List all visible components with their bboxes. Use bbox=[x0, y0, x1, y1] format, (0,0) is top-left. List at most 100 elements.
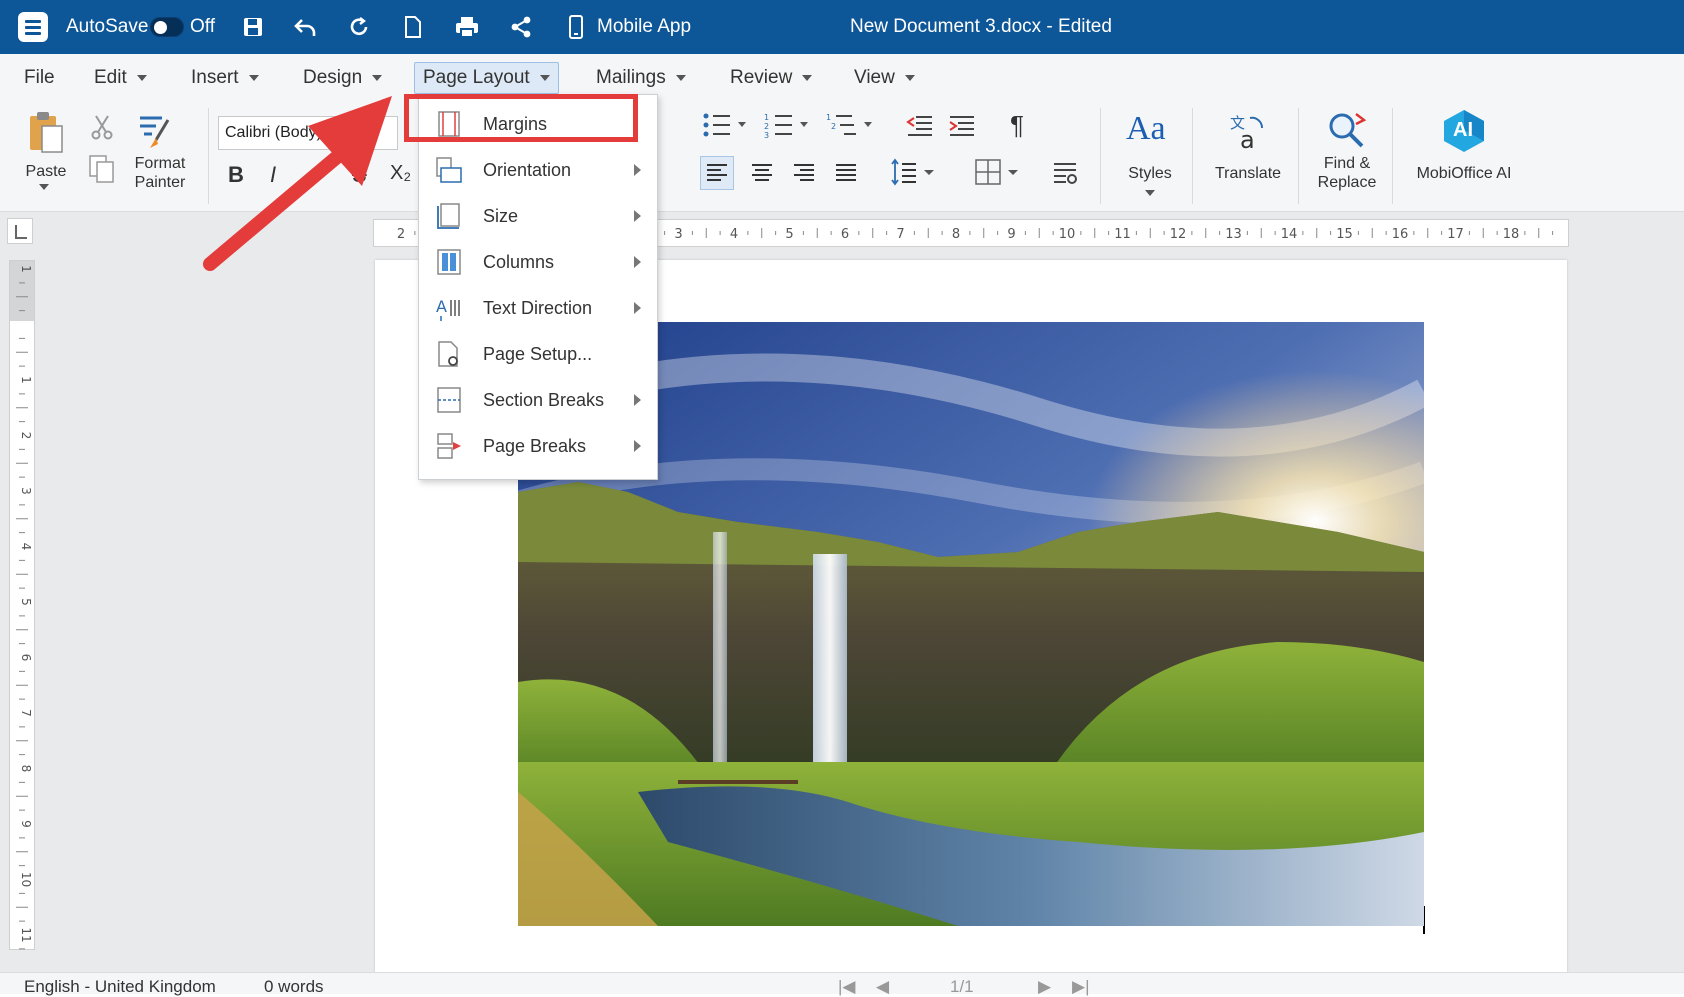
dropdown-item-label: Section Breaks bbox=[483, 389, 605, 410]
menu-page-layout-label: Page Layout bbox=[423, 67, 530, 88]
share-icon[interactable] bbox=[508, 14, 534, 40]
ruler-tick-label: 2 bbox=[19, 432, 33, 440]
mobioffice-ai-icon[interactable]: AI bbox=[1440, 108, 1488, 159]
mobile-app-label[interactable]: Mobile App bbox=[597, 0, 691, 54]
svg-text:a: a bbox=[1240, 126, 1255, 152]
last-page-icon[interactable]: ▶| bbox=[1072, 977, 1090, 997]
print-icon[interactable] bbox=[454, 14, 480, 40]
ai-badge-text: AI bbox=[1453, 119, 1473, 141]
numbered-list-icon[interactable]: 123 bbox=[764, 112, 812, 143]
menu-mailings[interactable]: Mailings bbox=[588, 62, 694, 94]
paste-dropdown-icon[interactable] bbox=[39, 184, 49, 190]
dropdown-item-section-breaks[interactable]: Section Breaks bbox=[419, 377, 659, 423]
previous-page-icon[interactable]: ◀ bbox=[876, 977, 889, 997]
paste-icon[interactable] bbox=[26, 110, 66, 161]
autosave-toggle[interactable] bbox=[150, 17, 184, 37]
line-spacing-icon[interactable] bbox=[890, 158, 940, 191]
redo-icon[interactable] bbox=[347, 14, 373, 40]
undo-icon[interactable] bbox=[292, 14, 318, 40]
translate-label[interactable]: Translate bbox=[1206, 164, 1290, 183]
page-indicator[interactable]: 1/1 bbox=[950, 977, 974, 997]
app-menu-icon[interactable] bbox=[18, 12, 48, 42]
show-formatting-button[interactable]: ¶ bbox=[1010, 110, 1024, 141]
language-status[interactable]: English - United Kingdom bbox=[24, 977, 216, 997]
word-count[interactable]: 0 words bbox=[264, 977, 324, 997]
mobioffice-ai-label[interactable]: MobiOffice AI bbox=[1408, 164, 1520, 183]
menu-file[interactable]: File bbox=[16, 62, 63, 94]
align-center-button[interactable] bbox=[746, 157, 778, 194]
increase-indent-icon[interactable] bbox=[948, 114, 976, 143]
paste-label[interactable]: Paste bbox=[24, 162, 68, 181]
ruler-tick-label: 11 bbox=[19, 927, 33, 942]
translate-icon[interactable]: 文a bbox=[1228, 112, 1268, 157]
menu-file-label: File bbox=[24, 67, 55, 88]
menu-view-label: View bbox=[854, 67, 895, 88]
dropdown-item-page-breaks[interactable]: Page Breaks bbox=[419, 423, 659, 469]
autosave-state: Off bbox=[190, 16, 215, 37]
margins-highlight-box bbox=[404, 94, 638, 142]
new-document-icon[interactable] bbox=[400, 14, 426, 40]
chevron-down-icon bbox=[136, 75, 147, 81]
next-page-icon[interactable]: ▶ bbox=[1038, 977, 1051, 997]
align-left-button[interactable] bbox=[700, 156, 734, 190]
first-page-icon[interactable]: |◀ bbox=[838, 977, 856, 997]
menu-review[interactable]: Review bbox=[722, 62, 820, 94]
align-right-button[interactable] bbox=[788, 157, 820, 194]
ruler-tick-label: 13 bbox=[1225, 227, 1242, 242]
paragraph-settings-icon[interactable] bbox=[1052, 160, 1080, 191]
menu-edit[interactable]: Edit bbox=[86, 62, 155, 94]
text-direction-icon: A bbox=[436, 297, 460, 321]
ruler-tick-label: 18 bbox=[1503, 227, 1520, 242]
decrease-indent-icon[interactable] bbox=[906, 114, 934, 143]
ruler-tick-label: 7 bbox=[19, 709, 33, 717]
orientation-icon bbox=[436, 157, 462, 183]
ruler-tick-label: 16 bbox=[1392, 227, 1409, 242]
borders-icon[interactable] bbox=[974, 158, 1026, 191]
styles-label[interactable]: Styles bbox=[1120, 164, 1180, 183]
dropdown-item-size[interactable]: Size bbox=[419, 193, 659, 239]
ruler-tick-label: 15 bbox=[1336, 227, 1353, 242]
dropdown-item-label: Size bbox=[483, 205, 519, 226]
tab-stop-selector[interactable] bbox=[7, 218, 33, 244]
status-bar: English - United Kingdom 0 words |◀ ◀ 1/… bbox=[0, 972, 1684, 997]
dropdown-item-columns[interactable]: Columns bbox=[419, 239, 659, 285]
dropdown-item-label: Columns bbox=[483, 251, 555, 272]
format-painter-icon[interactable] bbox=[136, 112, 174, 157]
ruler-tick-label: 8 bbox=[952, 227, 960, 242]
cut-icon[interactable] bbox=[90, 114, 114, 145]
save-icon[interactable] bbox=[240, 14, 266, 40]
styles-icon[interactable]: Aa bbox=[1126, 110, 1166, 148]
menu-page-layout[interactable]: Page Layout bbox=[414, 62, 559, 94]
format-painter-label[interactable]: Format Painter bbox=[124, 154, 196, 192]
copy-icon[interactable] bbox=[88, 154, 116, 189]
ruler-tick-label: 9 bbox=[1007, 227, 1015, 242]
bullet-list-icon[interactable] bbox=[702, 112, 750, 143]
justify-button[interactable] bbox=[830, 157, 862, 194]
ruler-tick-label: 11 bbox=[1114, 227, 1131, 242]
find-replace-label-2: Replace bbox=[1317, 174, 1377, 191]
ruler-tick-label: 10 bbox=[19, 872, 33, 887]
vertical-ruler[interactable]: 1 1 2 3 4 5 6 7 8 9 10 11 bbox=[9, 260, 35, 950]
dropdown-item-orientation[interactable]: Orientation bbox=[419, 147, 659, 193]
chevron-down-icon bbox=[539, 75, 550, 81]
ruler-tick-label: 6 bbox=[19, 654, 33, 662]
styles-dropdown-icon[interactable] bbox=[1145, 190, 1155, 196]
format-painter-label-1: Format bbox=[134, 155, 186, 172]
menu-view[interactable]: View bbox=[846, 62, 923, 94]
annotation-arrow-icon bbox=[203, 96, 392, 271]
menu-review-label: Review bbox=[730, 67, 793, 88]
ruler-tick-label: 12 bbox=[1170, 227, 1187, 242]
menu-edit-label: Edit bbox=[94, 67, 127, 88]
multilevel-list-icon[interactable]: 12 bbox=[826, 112, 876, 143]
find-replace-label[interactable]: Find & Replace bbox=[1310, 154, 1384, 192]
ruler-tick-label: 5 bbox=[19, 598, 33, 606]
find-replace-icon[interactable] bbox=[1326, 110, 1368, 157]
page-layout-dropdown: Margins Orientation Size Columns A Text … bbox=[418, 94, 658, 480]
chevron-down-icon bbox=[372, 75, 383, 81]
menu-insert-label: Insert bbox=[191, 67, 239, 88]
dropdown-item-text-direction[interactable]: A Text Direction bbox=[419, 285, 659, 331]
submenu-arrow-icon bbox=[634, 394, 641, 406]
mobile-app-icon[interactable] bbox=[563, 14, 589, 40]
ruler-tick-label: 14 bbox=[1281, 227, 1298, 242]
dropdown-item-page-setup[interactable]: Page Setup... bbox=[419, 331, 659, 377]
